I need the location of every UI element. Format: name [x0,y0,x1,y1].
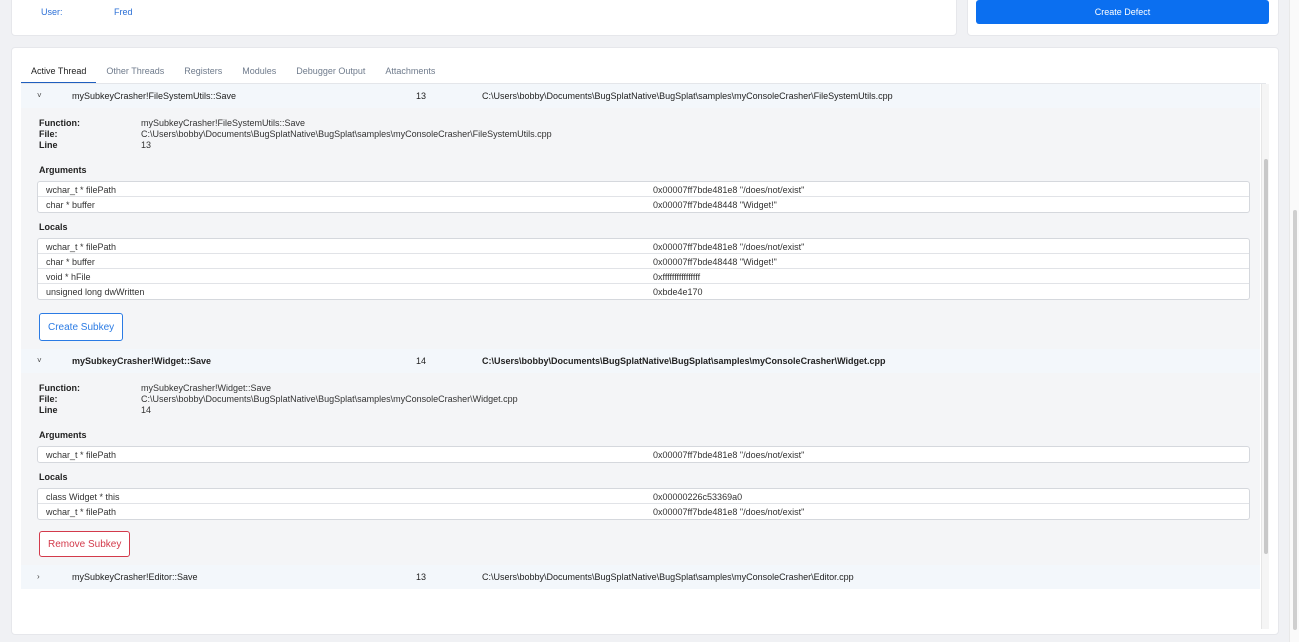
file-value: C:\Users\bobby\Documents\BugSplatNative\… [141,129,552,139]
stack-frame-row[interactable]: ˅ mySubkeyCrasher!Widget::Save 14 C:\Use… [21,349,1260,373]
table-row: void * hFile 0xffffffffffffffff [38,269,1249,284]
create-subkey-button[interactable]: Create Subkey [39,313,124,341]
variable-name: class Widget * this [46,492,120,502]
locals-heading: Locals [39,472,68,482]
tab-registers[interactable]: Registers [174,60,232,84]
tab-bar: Active Thread Other Threads Registers Mo… [21,60,445,84]
stack-panel: Active Thread Other Threads Registers Mo… [11,47,1279,635]
variable-name: unsigned long dwWritten [46,287,145,297]
frame-file-path: C:\Users\bobby\Documents\BugSplatNative\… [482,91,893,101]
chevron-down-icon[interactable]: ˅ [37,91,42,100]
user-info-card: User: Fred [11,0,957,36]
frame-function: mySubkeyCrasher!FileSystemUtils::Save [72,91,237,101]
table-row: wchar_t * filePath 0x00007ff7bde481e8 "/d… [38,239,1249,254]
variable-value: 0x00000226c53369a0 [653,492,743,502]
variable-value: 0xbde4e170 [653,287,703,297]
arguments-heading: Arguments [39,165,87,175]
variable-name: wchar_t * filePath [46,450,117,460]
variable-value: 0x00007ff7bde48448 "Widget!" [653,257,777,267]
frame-function: mySubkeyCrasher!Widget::Save [72,356,211,366]
file-label: File: [39,129,58,139]
variable-name: char * buffer [46,257,95,267]
frame-file-path: C:\Users\bobby\Documents\BugSplatNative\… [482,572,854,582]
locals-table: class Widget * this 0x00000226c53369a0 wc… [37,488,1250,520]
tab-active-thread[interactable]: Active Thread [21,60,97,84]
stack-frame-row[interactable]: ˅ mySubkeyCrasher!FileSystemUtils::Save … [21,84,1260,108]
user-label: User: [41,7,63,17]
function-value: mySubkeyCrasher!Widget::Save [141,383,272,393]
file-value: C:\Users\bobby\Documents\BugSplatNative\… [141,394,518,404]
variable-name: char * buffer [46,200,95,210]
page-scrollbar[interactable] [1289,0,1299,642]
create-defect-button[interactable]: Create Defect [976,0,1269,24]
tab-other-threads[interactable]: Other Threads [96,60,174,84]
variable-value: 0x00007ff7bde48448 "Widget!" [653,200,777,210]
table-row: char * buffer 0x00007ff7bde48448 "Widget!… [38,197,1249,212]
locals-heading: Locals [39,222,68,232]
frames-scrollbar[interactable] [1261,84,1269,629]
function-value: mySubkeyCrasher!FileSystemUtils::Save [141,118,306,128]
chevron-down-icon[interactable]: ˅ [37,356,42,365]
variable-name: wchar_t * filePath [46,507,117,517]
line-label: Line [39,140,58,150]
variable-value: 0x00007ff7bde481e8 "/does/not/exist" [653,450,805,460]
line-value: 14 [141,405,152,415]
line-label: Line [39,405,58,415]
frame-details: Function: mySubkeyCrasher!FileSystemUtils… [21,108,1260,349]
table-row: wchar_t * filePath 0x00007ff7bde481e8 "/d… [38,504,1249,519]
arguments-heading: Arguments [39,430,87,440]
table-row: unsigned long dwWritten 0xbde4e170 [38,284,1249,299]
stack-frames-list: ˅ mySubkeyCrasher!FileSystemUtils::Save … [21,84,1260,629]
function-label: Function: [39,383,80,393]
frame-file-path: C:\Users\bobby\Documents\BugSplatNative\… [482,356,886,366]
frame-details: Function: mySubkeyCrasher!Widget::Save Fi… [21,373,1260,565]
tab-debugger-output[interactable]: Debugger Output [286,60,375,84]
variable-value: 0x00007ff7bde481e8 "/does/not/exist" [653,507,805,517]
variable-name: wchar_t * filePath [46,242,117,252]
function-label: Function: [39,118,80,128]
file-label: File: [39,394,58,404]
arguments-table: wchar_t * filePath 0x00007ff7bde481e8 "/d… [37,181,1250,213]
tab-modules[interactable]: Modules [232,60,286,84]
table-row: char * buffer 0x00007ff7bde48448 "Widget!… [38,254,1249,269]
remove-subkey-button[interactable]: Remove Subkey [39,531,131,557]
stack-frame-row[interactable]: › mySubkeyCrasher!Editor::Save 13 C:\Use… [21,565,1260,589]
table-row: wchar_t * filePath 0x00007ff7bde481e8 "/d… [38,182,1249,197]
variable-value: 0x00007ff7bde481e8 "/does/not/exist" [653,242,805,252]
frame-function: mySubkeyCrasher!Editor::Save [72,572,198,582]
variable-name: void * hFile [46,272,91,282]
table-row: wchar_t * filePath 0x00007ff7bde481e8 "/d… [38,447,1249,462]
variable-value: 0xffffffffffffffff [653,272,701,282]
locals-table: wchar_t * filePath 0x00007ff7bde481e8 "/d… [37,238,1250,300]
variable-name: wchar_t * filePath [46,185,117,195]
line-value: 13 [141,140,152,150]
table-row: class Widget * this 0x00000226c53369a0 [38,489,1249,504]
frame-line: 13 [416,91,427,101]
chevron-right-icon[interactable]: › [37,572,40,581]
frame-line: 14 [416,356,427,366]
user-value[interactable]: Fred [114,7,133,17]
arguments-table: wchar_t * filePath 0x00007ff7bde481e8 "/d… [37,446,1250,463]
tab-attachments[interactable]: Attachments [375,60,445,84]
frames-scrollbar-thumb[interactable] [1264,159,1268,554]
variable-value: 0x00007ff7bde481e8 "/does/not/exist" [653,185,805,195]
page-scrollbar-thumb[interactable] [1293,210,1297,630]
frame-line: 13 [416,572,427,582]
